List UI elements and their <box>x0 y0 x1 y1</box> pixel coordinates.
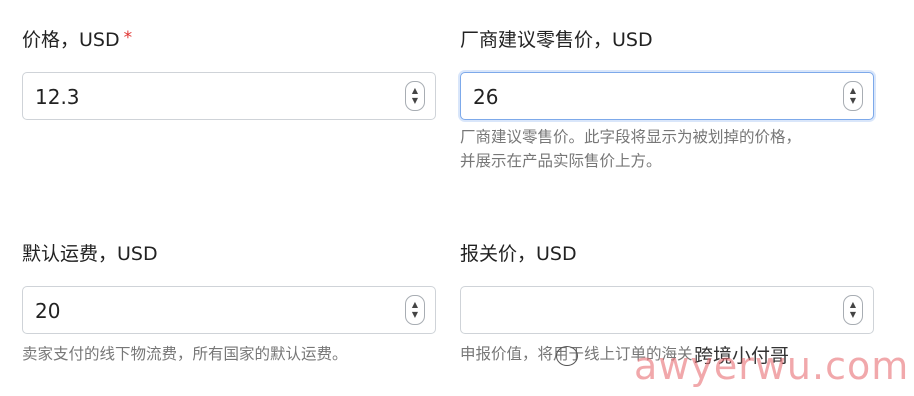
shipping-input-value: 20 <box>35 299 61 323</box>
shipping-help: 卖家支付的线下物流费，所有国家的默认运费。 <box>22 345 348 363</box>
price-label: 价格，USD * <box>22 28 436 52</box>
msrp-label: 厂商建议零售价，USD <box>460 29 653 51</box>
customs-stepper[interactable]: ▲ ▼ <box>843 295 863 325</box>
shipping-field: 默认运费，USD 20 ▲ ▼ 卖家支付的线下物流费，所有国家的默认运费。 <box>22 242 436 363</box>
shipping-label: 默认运费，USD <box>22 243 158 265</box>
chevron-up-icon[interactable]: ▲ <box>850 86 856 96</box>
price-stepper[interactable]: ▲ ▼ <box>405 81 425 111</box>
chevron-down-icon[interactable]: ▼ <box>850 96 856 106</box>
msrp-field: 厂商建议零售价，USD 26 ▲ ▼ 厂商建议零售价。此字段将显示为被划掉的价格… <box>460 28 874 170</box>
chevron-down-icon[interactable]: ▼ <box>412 310 418 320</box>
shipping-input[interactable]: 20 ▲ ▼ <box>22 286 436 334</box>
price-input[interactable]: 12.3 ▲ ▼ <box>22 72 436 120</box>
customs-input[interactable]: ▲ ▼ <box>460 286 874 334</box>
chevron-up-icon[interactable]: ▲ <box>850 300 856 310</box>
msrp-stepper[interactable]: ▲ ▼ <box>843 81 863 111</box>
msrp-input[interactable]: 26 ▲ ▼ <box>460 72 874 120</box>
watermark-account-text: 跨境小付哥 <box>694 344 790 368</box>
chevron-down-icon[interactable]: ▼ <box>412 96 418 106</box>
msrp-input-value: 26 <box>473 85 499 109</box>
chevron-up-icon[interactable]: ▲ <box>412 86 418 96</box>
chevron-down-icon[interactable]: ▼ <box>850 310 856 320</box>
customs-label: 报关价，USD <box>460 243 577 265</box>
msrp-help-line2: 并展示在产品实际售价上方。 <box>460 152 662 170</box>
msrp-help-line1: 厂商建议零售价。此字段将显示为被划掉的价格， <box>460 128 802 146</box>
price-field: 价格，USD * 12.3 ▲ ▼ <box>22 28 436 120</box>
customs-help: 申报价值，将用于线上订单的海关 <box>460 345 693 363</box>
customs-field: 报关价，USD ▲ ▼ 申报价值，将用于线上订单的海关 <box>460 242 874 363</box>
price-input-value: 12.3 <box>35 85 80 109</box>
chevron-up-icon[interactable]: ▲ <box>412 300 418 310</box>
required-asterisk: * <box>123 28 133 48</box>
shipping-stepper[interactable]: ▲ ▼ <box>405 295 425 325</box>
price-label-text: 价格，USD <box>22 29 120 51</box>
